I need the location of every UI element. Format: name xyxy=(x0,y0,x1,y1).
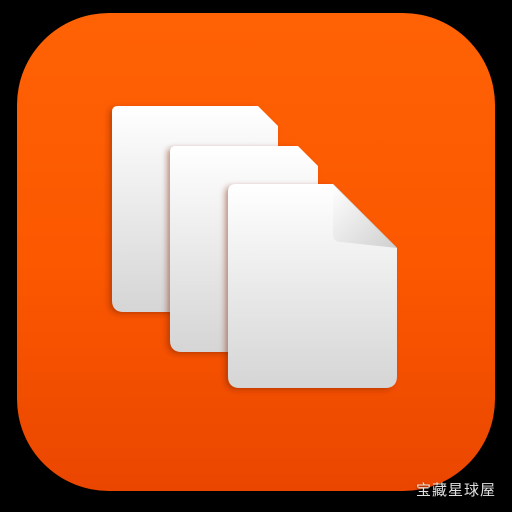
files-stack-icon xyxy=(17,13,495,491)
app-icon-canvas: 宝藏星球屋 xyxy=(0,0,512,512)
watermark-text: 宝藏星球屋 xyxy=(415,481,496,499)
